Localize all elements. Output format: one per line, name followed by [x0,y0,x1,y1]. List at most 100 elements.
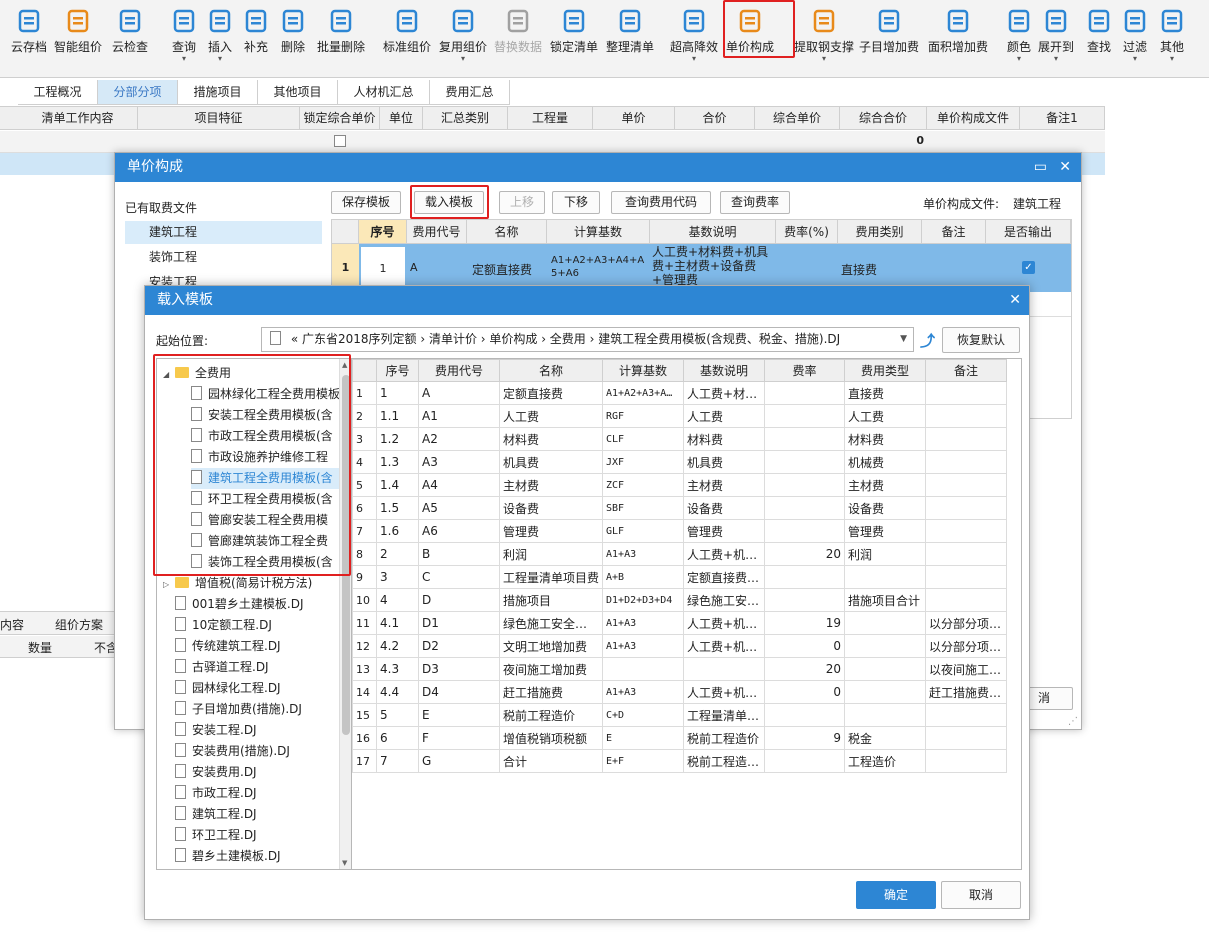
ok-button[interactable]: 确定 [856,881,936,909]
move-down-button[interactable]: 下移 [552,191,600,214]
close-icon[interactable]: ✕ [1059,153,1071,182]
col-unit-price[interactable]: 单价 [593,107,675,129]
smart-price-button[interactable]: 智能组价 [52,8,104,74]
reuse-price-button[interactable]: 复用组价 ▾ [437,8,489,74]
tree-file[interactable]: 碧乡土建模板.DJ [163,846,341,867]
column-header[interactable]: 名称 [498,359,604,382]
tab-price-plan[interactable]: 组价方案 [55,616,103,633]
tree-file[interactable]: 安装费用.DJ [163,762,341,783]
column-header[interactable] [352,359,377,382]
table-row[interactable]: 10 4 D 措施项目 D1+D2+D3+D4 绿色施工安… 措施项目合计 [352,588,1008,612]
column-header[interactable]: 计算基数 [602,359,685,382]
column-header[interactable]: 费率 [764,359,846,382]
table-row[interactable]: 0 [0,131,1105,153]
table-row[interactable]: 2 1.1 A1 人工费 RGF 人工费 人工费 [352,404,1008,428]
lock-list-button[interactable]: 锁定清单 [548,8,600,74]
col-seq[interactable]: 序号 [359,220,407,244]
color-button[interactable]: 颜色 ▾ [1005,8,1033,74]
base-cell[interactable]: A1+A2+A3+A4+A5+A6 [551,254,649,280]
column-header[interactable]: 费用代号 [418,359,500,382]
other-button[interactable]: 其他 ▾ [1156,8,1188,74]
table-row[interactable]: 16 6 F 增值税销项税额 E 税前工程造价 9 税金 [352,726,1008,750]
col-total-price[interactable]: 合价 [675,107,755,129]
expand-button[interactable]: 展开到 ▾ [1036,8,1076,74]
col-comp-price[interactable]: 综合单价 [755,107,840,129]
query-rate-button[interactable]: 查询费率 [720,191,790,214]
tab-fee-summary[interactable]: 费用汇总 [430,80,510,105]
tree-file[interactable]: 子目增加费(措施).DJ [163,699,341,720]
tab-other[interactable]: 其他项目 [258,80,338,105]
supplement-button[interactable]: 补充 [240,8,272,74]
seq-cell[interactable]: 1 [360,246,406,290]
tab-measures[interactable]: 措施项目 [178,80,258,105]
chevron-down-icon[interactable]: ▾ [168,55,200,63]
tree-file[interactable]: 古驿道工程.DJ [163,657,341,678]
move-up-button[interactable]: 上移 [499,191,545,214]
insert-button[interactable]: 插入 ▾ [204,8,236,74]
col-fee-code[interactable]: 费用代号 [407,220,467,244]
chevron-down-icon[interactable]: ▾ [1036,55,1076,63]
column-header[interactable]: 基数说明 [683,359,766,382]
col-quantity[interactable]: 工程量 [508,107,593,129]
col-features[interactable]: 项目特征 [138,107,300,129]
maximize-icon[interactable]: ▭ [1034,153,1047,182]
lock-checkbox[interactable] [334,135,346,147]
steel-support-button[interactable]: 提取钢支撑 ▾ [793,8,855,74]
col-work-content[interactable]: 清单工作内容 [18,107,138,129]
col-name[interactable]: 名称 [467,220,547,244]
fee-file-item[interactable]: 建筑工程 [125,221,322,244]
tree-file[interactable]: 市政工程.DJ [163,783,341,804]
column-header[interactable]: 序号 [376,359,419,382]
chevron-down-icon[interactable]: ▾ [1156,55,1188,63]
table-row[interactable]: 17 7 G 合计 E+F 税前工程造… 工程造价 [352,749,1008,773]
col-output[interactable]: 是否输出 [986,220,1071,244]
table-row[interactable]: 4 1.3 A3 机具费 JXF 机具费 机械费 [352,450,1008,474]
chevron-down-icon[interactable]: ▼ [896,328,907,351]
table-row[interactable]: 9 3 C 工程量清单项目费 A+B 定额直接费… [352,565,1008,589]
filter-button[interactable]: 过滤 ▾ [1119,8,1151,74]
chevron-down-icon[interactable]: ▾ [1119,55,1151,63]
fee-file-item[interactable]: 装饰工程 [125,246,322,269]
col-base-desc[interactable]: 基数说明 [650,220,776,244]
tab-content[interactable]: 内容 [0,616,24,633]
tree-file[interactable]: 001碧乡土建模板.DJ [163,594,341,615]
batch-delete-button[interactable]: 批量删除 [314,8,368,74]
table-row[interactable]: 12 4.2 D2 文明工地增加费 A1+A3 人工费+机… 0 以分部分项… [352,634,1008,658]
col-remark[interactable]: 备注 [922,220,986,244]
col-summary-type[interactable]: 汇总类别 [423,107,508,129]
col-rate[interactable]: 费率(%) [776,220,838,244]
column-header[interactable]: 费用类型 [844,359,927,382]
table-row[interactable]: 3 1.2 A2 材料费 CLF 材料费 材料费 [352,427,1008,451]
table-row[interactable]: 11 4.1 D1 绿色施工安全… A1+A3 人工费+机… 19 以分部分项… [352,611,1008,635]
tree-file[interactable]: 传统建筑工程.DJ [163,636,341,657]
tree-file[interactable]: 10定额工程.DJ [163,615,341,636]
name-cell[interactable]: 定额直接费 [472,261,532,278]
go-up-icon[interactable]: ⤴ [920,330,935,351]
table-row[interactable]: 7 1.6 A6 管理费 GLF 管理费 管理费 [352,519,1008,543]
area-fee-button[interactable]: 面积增加费 [926,8,990,74]
tree-folder[interactable]: ▷ 增值税(简易计税方法) [163,573,341,594]
table-row[interactable]: 1 1 A 定额直接费 A1+A2+A3+A… 人工费+材… 直接费 [352,381,1008,405]
path-dropdown[interactable]: « 广东省2018序列定额 › 清单计价 › 单价构成 › 全费用 › 建筑工程… [261,327,914,352]
collapse-arrow-icon[interactable]: ▷ [163,574,175,595]
query-button[interactable]: 查询 ▾ [168,8,200,74]
resize-grip-icon[interactable]: ⋰ [1068,716,1078,727]
organize-list-button[interactable]: 整理清单 [604,8,656,74]
sub-item-fee-button[interactable]: 子目增加费 [857,8,921,74]
table-row[interactable]: 13 4.3 D3 夜间施工增加费 20 以夜间施工… [352,657,1008,681]
chevron-down-icon[interactable]: ▾ [668,55,720,63]
table-row[interactable]: 8 2 B 利润 A1+A3 人工费+机… 20 利润 [352,542,1008,566]
chevron-down-icon[interactable]: ▾ [204,55,236,63]
col-price-file[interactable]: 单价构成文件 [927,107,1020,129]
col-unit[interactable]: 单位 [380,107,423,129]
chevron-down-icon[interactable]: ▾ [1005,55,1033,63]
table-row[interactable]: 6 1.5 A5 设备费 SBF 设备费 设备费 [352,496,1008,520]
standard-price-button[interactable]: 标准组价 [381,8,433,74]
table-row[interactable]: 5 1.4 A4 主材费 ZCF 主材费 主材费 [352,473,1008,497]
tab-labor-material[interactable]: 人材机汇总 [338,80,430,105]
restore-default-button[interactable]: 恢复默认 [942,327,1020,353]
cloud-save-button[interactable]: 云存档 [9,8,49,74]
delete-button[interactable]: 删除 [279,8,307,74]
cloud-check-button[interactable]: 云检查 [108,8,152,74]
find-button[interactable]: 查找 [1083,8,1115,74]
